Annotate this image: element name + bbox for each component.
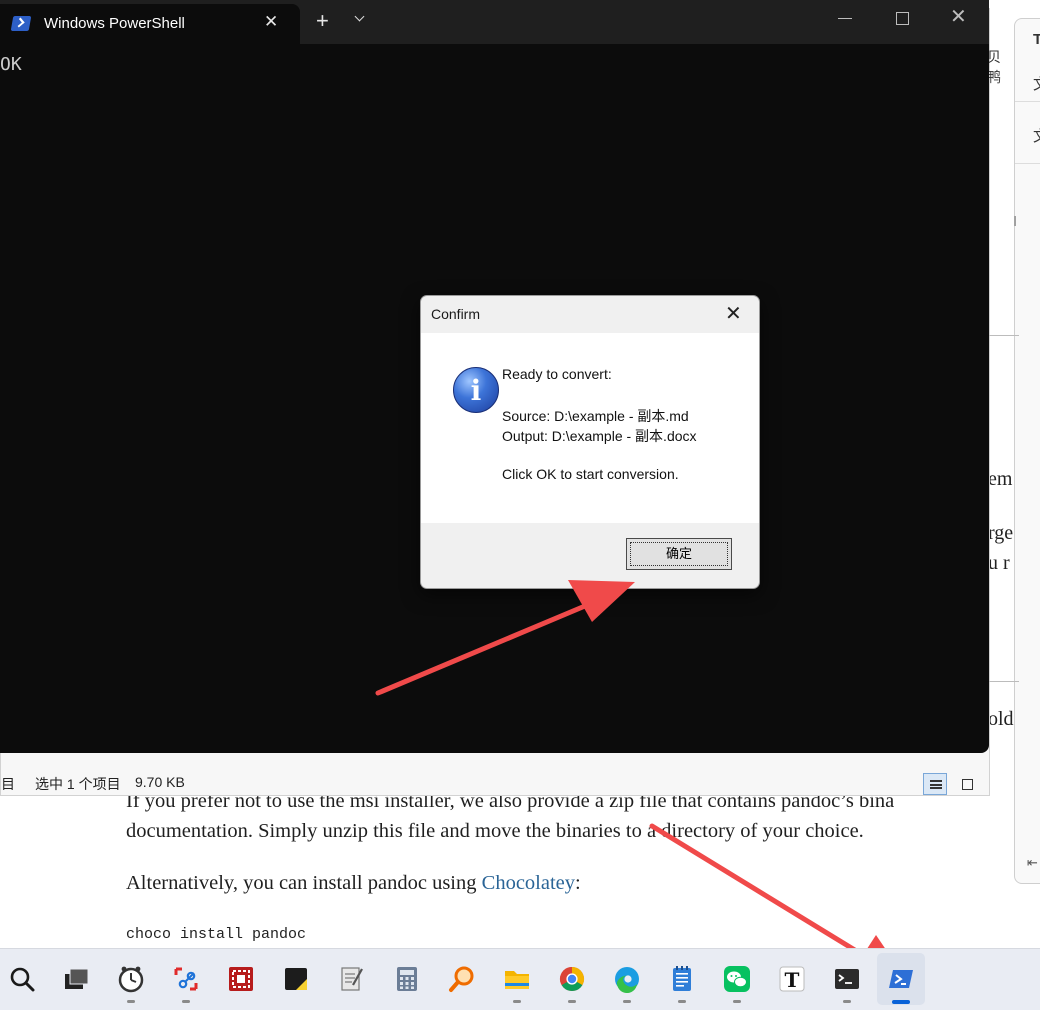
task-view-icon[interactable]: [62, 965, 90, 993]
web-text: Alternatively, you can install pandoc us…: [126, 872, 482, 894]
side-panel-text: 文: [1033, 73, 1040, 94]
snipping-tool-icon[interactable]: [172, 965, 200, 993]
wechat-icon[interactable]: [723, 965, 751, 993]
search-icon[interactable]: [8, 965, 36, 993]
terminal-icon[interactable]: [833, 965, 861, 993]
typora-icon[interactable]: T: [778, 965, 806, 993]
information-icon: i: [453, 367, 499, 413]
dialog-body: i Ready to convert: Source: D:\example -…: [421, 333, 759, 523]
tab-dropdown-chevron-icon[interactable]: [354, 13, 364, 23]
active-indicator: [892, 1000, 910, 1004]
svg-text:T: T: [785, 968, 800, 992]
side-panel-window: T 文 文 I ⇤: [1013, 18, 1040, 884]
running-indicator: [127, 1000, 135, 1003]
file-explorer-icon[interactable]: [503, 965, 531, 993]
divider: [989, 335, 1019, 336]
terminal-output: OK: [0, 54, 22, 75]
large-icons-view-icon: [962, 779, 973, 790]
notepad-icon[interactable]: [338, 965, 366, 993]
side-panel-text: T: [1033, 31, 1040, 48]
chocolatey-link[interactable]: Chocolatey: [482, 872, 575, 894]
chrome-icon[interactable]: [558, 965, 586, 993]
maximize-button[interactable]: [896, 12, 909, 25]
confirm-dialog: Confirm ✕ i Ready to convert: Source: D:…: [420, 295, 760, 589]
dialog-message-line: Ready to convert:: [502, 366, 612, 382]
dialog-output-line: Output: D:\example - 副本.docx: [502, 428, 697, 444]
side-panel-text: 文: [1033, 125, 1040, 146]
divider: [1015, 163, 1040, 164]
web-paragraph-line: documentation. Simply unzip this file an…: [126, 820, 864, 842]
dialog-source-line: Source: D:\example - 副本.md: [502, 408, 689, 424]
web-text: :: [575, 872, 581, 894]
calculator-icon[interactable]: [393, 965, 421, 993]
dialog-close-icon[interactable]: ✕: [725, 301, 742, 326]
powershell-icon[interactable]: [887, 965, 915, 993]
web-fragment: old: [988, 708, 1014, 730]
tab-windows-powershell[interactable]: Windows PowerShell ✕: [0, 4, 300, 44]
title-bar[interactable]: Windows PowerShell ✕ + ✕: [0, 0, 989, 44]
tab-close-icon[interactable]: ✕: [264, 12, 278, 32]
tab-title: Windows PowerShell: [44, 15, 185, 32]
divider: [989, 681, 1019, 682]
status-bar: 目 选中 1 个项目 9.70 KB: [1, 771, 989, 795]
close-window-button[interactable]: ✕: [950, 4, 967, 29]
web-fragment: u r: [988, 552, 1010, 574]
everything-search-icon[interactable]: [448, 965, 476, 993]
web-fragment: rge: [988, 522, 1014, 544]
divider: [1015, 101, 1040, 102]
running-indicator: [568, 1000, 576, 1003]
ok-button[interactable]: 确定: [626, 538, 732, 570]
explorer-fragment: 贝鸭: [987, 49, 1001, 85]
running-indicator: [623, 1000, 631, 1003]
status-size: 9.70 KB: [135, 774, 185, 790]
status-selected: 选中 1 个项目: [35, 776, 121, 792]
details-view-icon: [930, 780, 942, 789]
running-indicator: [513, 1000, 521, 1003]
dialog-title: Confirm: [431, 306, 481, 322]
taskbar: T: [0, 948, 1040, 1010]
web-paragraph-choco: Alternatively, you can install pandoc us…: [126, 872, 581, 895]
large-icons-view-button[interactable]: [955, 773, 979, 795]
running-indicator: [733, 1000, 741, 1003]
new-tab-button[interactable]: +: [316, 10, 329, 32]
running-indicator: [182, 1000, 190, 1003]
code-block: choco install pandoc: [126, 926, 307, 943]
dialog-instruction-line: Click OK to start conversion.: [502, 466, 679, 482]
clock-icon[interactable]: [117, 965, 145, 993]
details-view-button[interactable]: [923, 773, 947, 795]
screen-recorder-icon[interactable]: [227, 965, 255, 993]
powershell-icon: [10, 16, 32, 31]
status-item-count: 目: [1, 776, 15, 792]
web-fragment: em: [988, 468, 1013, 490]
running-indicator: [678, 1000, 686, 1003]
panel-toggle-icon[interactable]: ⇤: [1027, 855, 1038, 871]
running-indicator: [843, 1000, 851, 1003]
sticky-notes-icon[interactable]: [282, 965, 310, 993]
notepad-app-icon[interactable]: [668, 965, 696, 993]
edge-icon[interactable]: [613, 965, 641, 993]
minimize-button[interactable]: [838, 18, 852, 19]
side-panel-text: I: [1013, 213, 1018, 230]
